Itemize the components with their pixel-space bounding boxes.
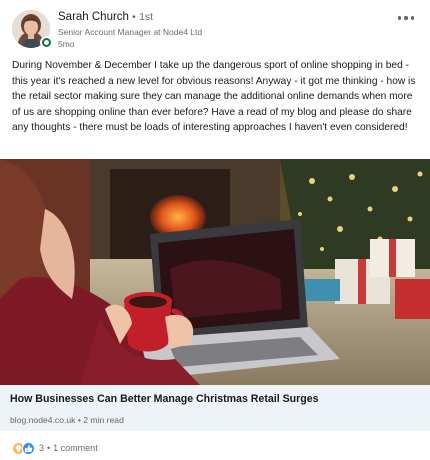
like-icon[interactable]: [22, 441, 35, 455]
article-read-time: 2 min read: [83, 415, 124, 425]
article-source: blog.node4.co.uk • 2 min read: [10, 415, 124, 425]
more-options-button[interactable]: [394, 10, 418, 26]
author-headline: Senior Account Manager at Node4 Ltd: [58, 27, 203, 37]
more-dot: [404, 16, 408, 20]
article-link[interactable]: How Businesses Can Better Manage Christm…: [0, 385, 430, 431]
social-counts: 3 • 1 comment: [12, 441, 98, 455]
author-avatar[interactable]: [12, 10, 53, 49]
christmas-shopping-photo: [0, 159, 430, 385]
comment-count[interactable]: 1 comment: [53, 443, 98, 453]
post-text: During November & December I take up the…: [12, 60, 416, 133]
post-timestamp: 5mo: [58, 39, 75, 49]
reaction-count[interactable]: 3: [39, 443, 44, 453]
degree-separator: •: [132, 11, 136, 23]
more-dot: [410, 16, 415, 20]
author-name[interactable]: Sarah Church: [58, 11, 129, 23]
feed-post-card: Sarah Church • 1st Senior Account Manage…: [0, 0, 430, 460]
article-separator: •: [77, 415, 81, 425]
social-separator: •: [47, 443, 51, 453]
article-title[interactable]: How Businesses Can Better Manage Christm…: [10, 393, 319, 405]
more-options-icon: [397, 16, 402, 20]
author-name-line: Sarah Church • 1st: [58, 11, 153, 23]
online-status-icon: [42, 38, 51, 47]
thumbs-up-glyph: [25, 444, 33, 452]
post-header: Sarah Church • 1st Senior Account Manage…: [12, 8, 418, 52]
presence-indicator: [40, 36, 53, 49]
article-image[interactable]: [0, 159, 430, 385]
article-domain: blog.node4.co.uk: [10, 415, 76, 425]
connection-degree: 1st: [139, 11, 154, 23]
